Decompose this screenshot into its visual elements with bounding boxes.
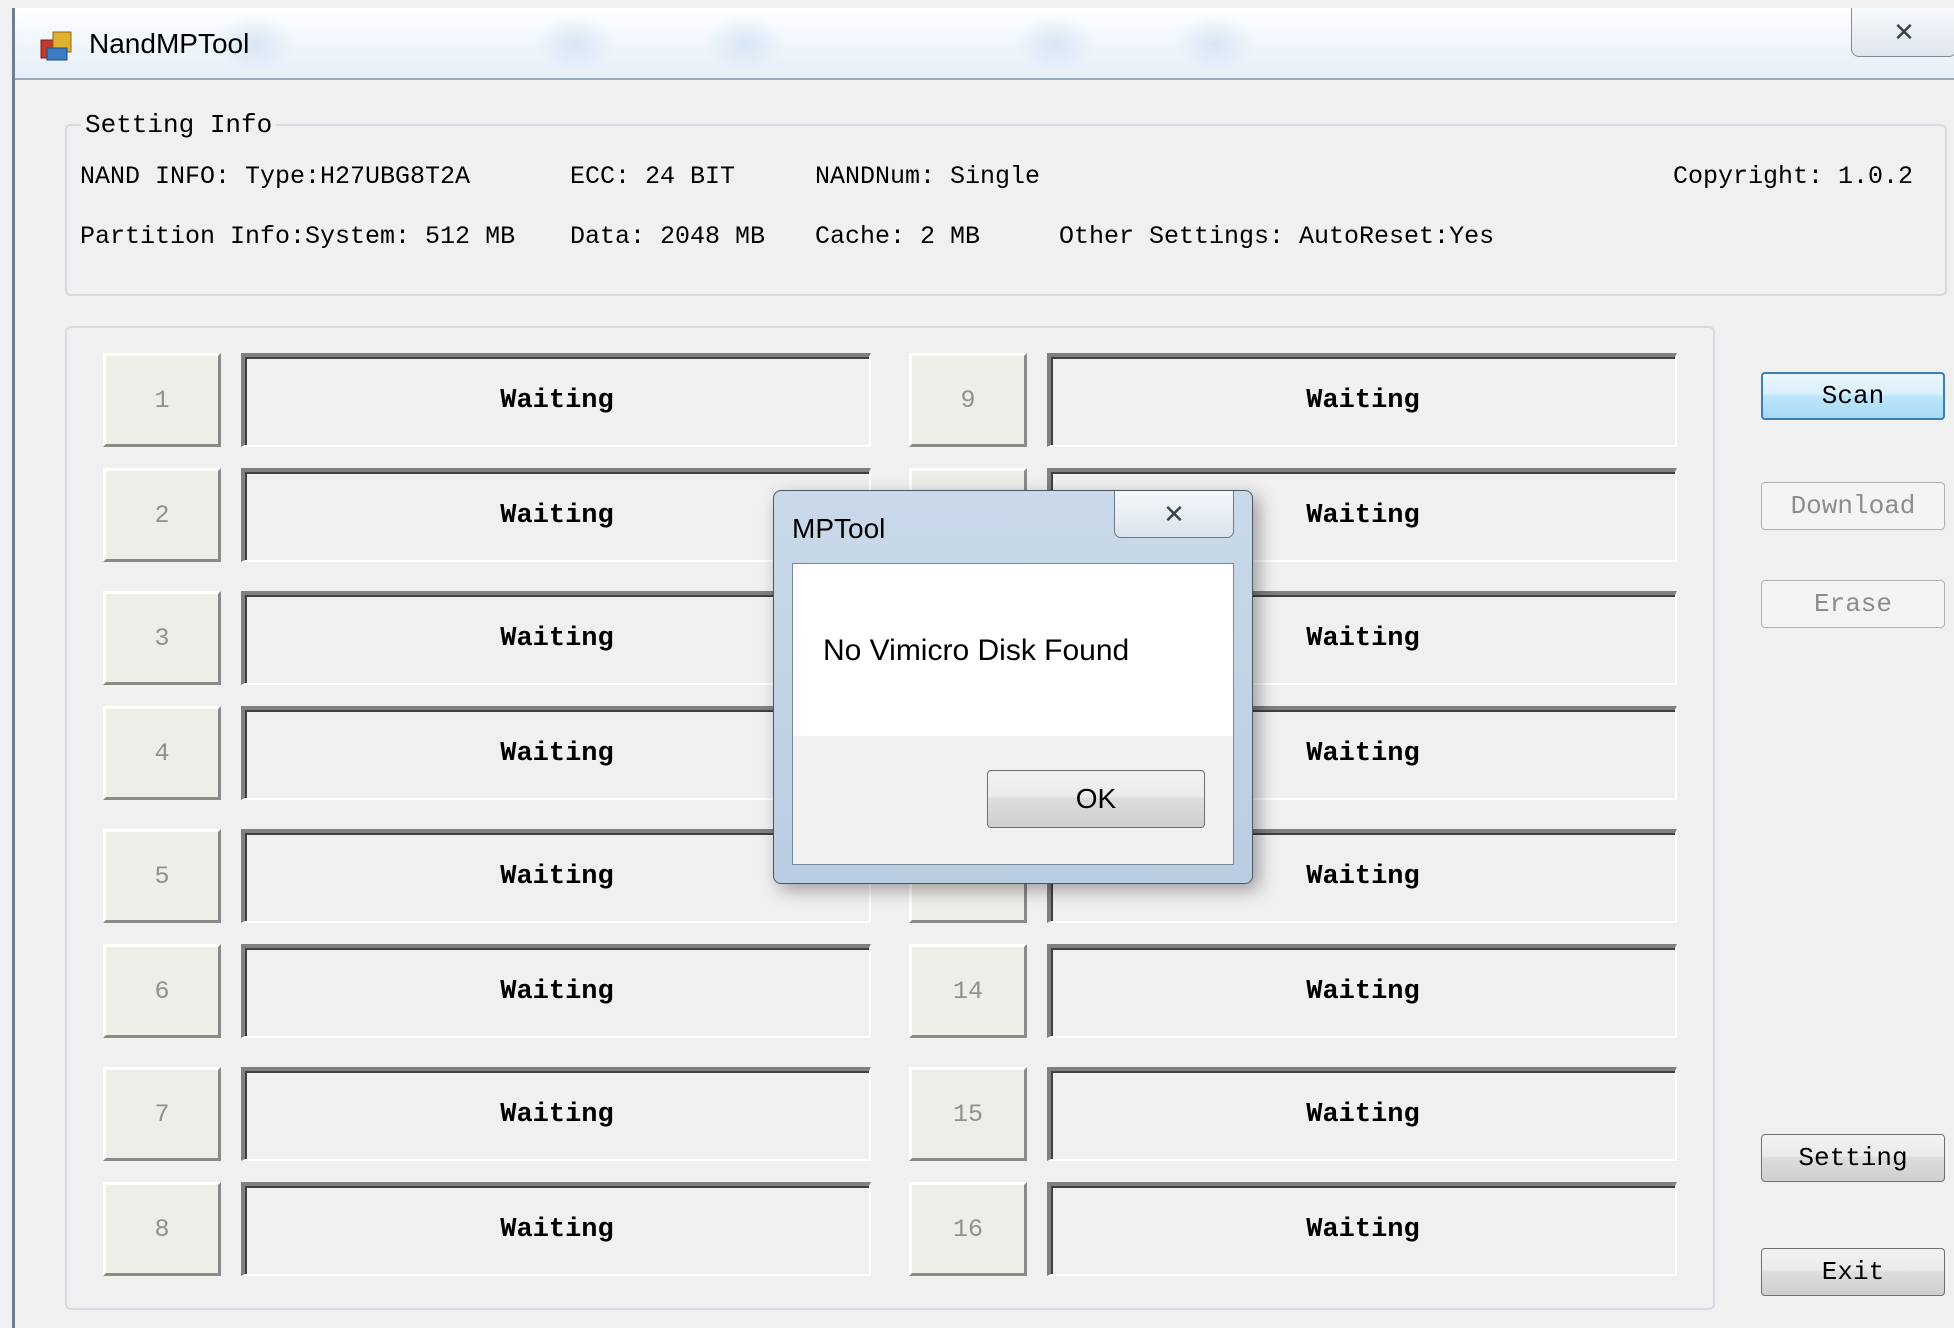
title-bar: NandMPTool ✕ <box>15 8 1954 80</box>
dialog-footer: OK <box>793 736 1233 864</box>
titlebar-glass-decoration <box>1175 14 1255 72</box>
slot-status: Waiting <box>1047 1067 1677 1161</box>
partition-info-text: Partition Info:System: 512 MB <box>80 222 516 251</box>
scan-button[interactable]: Scan <box>1761 372 1945 420</box>
slot-status: Waiting <box>1047 1182 1677 1276</box>
close-icon: ✕ <box>1163 498 1185 529</box>
copyright-text: Copyright: 1.0.2 <box>1673 162 1914 191</box>
dialog-close-button[interactable]: ✕ <box>1114 491 1234 538</box>
slot-number: 4 <box>103 706 221 800</box>
data-size-text: Data: 2048 MB <box>570 222 766 251</box>
slot-number: 3 <box>103 591 221 685</box>
other-settings-text: Other Settings: AutoReset:Yes <box>1059 222 1495 251</box>
ecc-text: ECC: 24 BIT <box>570 162 736 191</box>
cache-size-text: Cache: 2 MB <box>815 222 981 251</box>
close-icon: ✕ <box>1893 16 1915 47</box>
nand-num-text: NANDNum: Single <box>815 162 1041 191</box>
slot-number: 7 <box>103 1067 221 1161</box>
slot-number: 16 <box>909 1182 1027 1276</box>
setting-info-group: Setting Info <box>65 110 1947 296</box>
slot-status: Waiting <box>241 353 871 447</box>
slot-number: 9 <box>909 353 1027 447</box>
window-close-button[interactable]: ✕ <box>1851 8 1954 57</box>
window-title: NandMPTool <box>89 28 250 59</box>
slot-status: Waiting <box>241 1067 871 1161</box>
exit-button[interactable]: Exit <box>1761 1248 1945 1296</box>
slot-status: Waiting <box>241 1182 871 1276</box>
titlebar-glass-decoration <box>705 14 785 72</box>
slot-number: 14 <box>909 944 1027 1038</box>
setting-button[interactable]: Setting <box>1761 1134 1945 1182</box>
download-button[interactable]: Download <box>1761 482 1945 530</box>
slot-number: 8 <box>103 1182 221 1276</box>
main-window: NandMPTool ✕ Setting Info NAND INFO: Typ… <box>12 8 1954 1328</box>
dialog-message: No Vimicro Disk Found <box>823 634 1130 667</box>
titlebar-glass-decoration <box>535 14 615 72</box>
setting-info-legend: Setting Info <box>81 110 277 140</box>
slot-number: 1 <box>103 353 221 447</box>
slot-status: Waiting <box>241 944 871 1038</box>
titlebar-glass-decoration <box>1015 14 1095 72</box>
slot-number: 5 <box>103 829 221 923</box>
message-dialog: MPTool ✕ No Vimicro Disk Found OK <box>773 490 1253 884</box>
slot-status: Waiting <box>1047 353 1677 447</box>
slot-number: 2 <box>103 468 221 562</box>
slot-number: 15 <box>909 1067 1027 1161</box>
ok-button[interactable]: OK <box>987 770 1205 828</box>
dialog-title: MPTool <box>792 513 886 544</box>
dialog-body: No Vimicro Disk Found OK <box>792 563 1234 865</box>
slot-number: 6 <box>103 944 221 1038</box>
nand-info-text: NAND INFO: Type:H27UBG8T2A <box>80 162 471 191</box>
slot-status: Waiting <box>1047 944 1677 1038</box>
erase-button[interactable]: Erase <box>1761 580 1945 628</box>
app-icon <box>40 31 72 61</box>
